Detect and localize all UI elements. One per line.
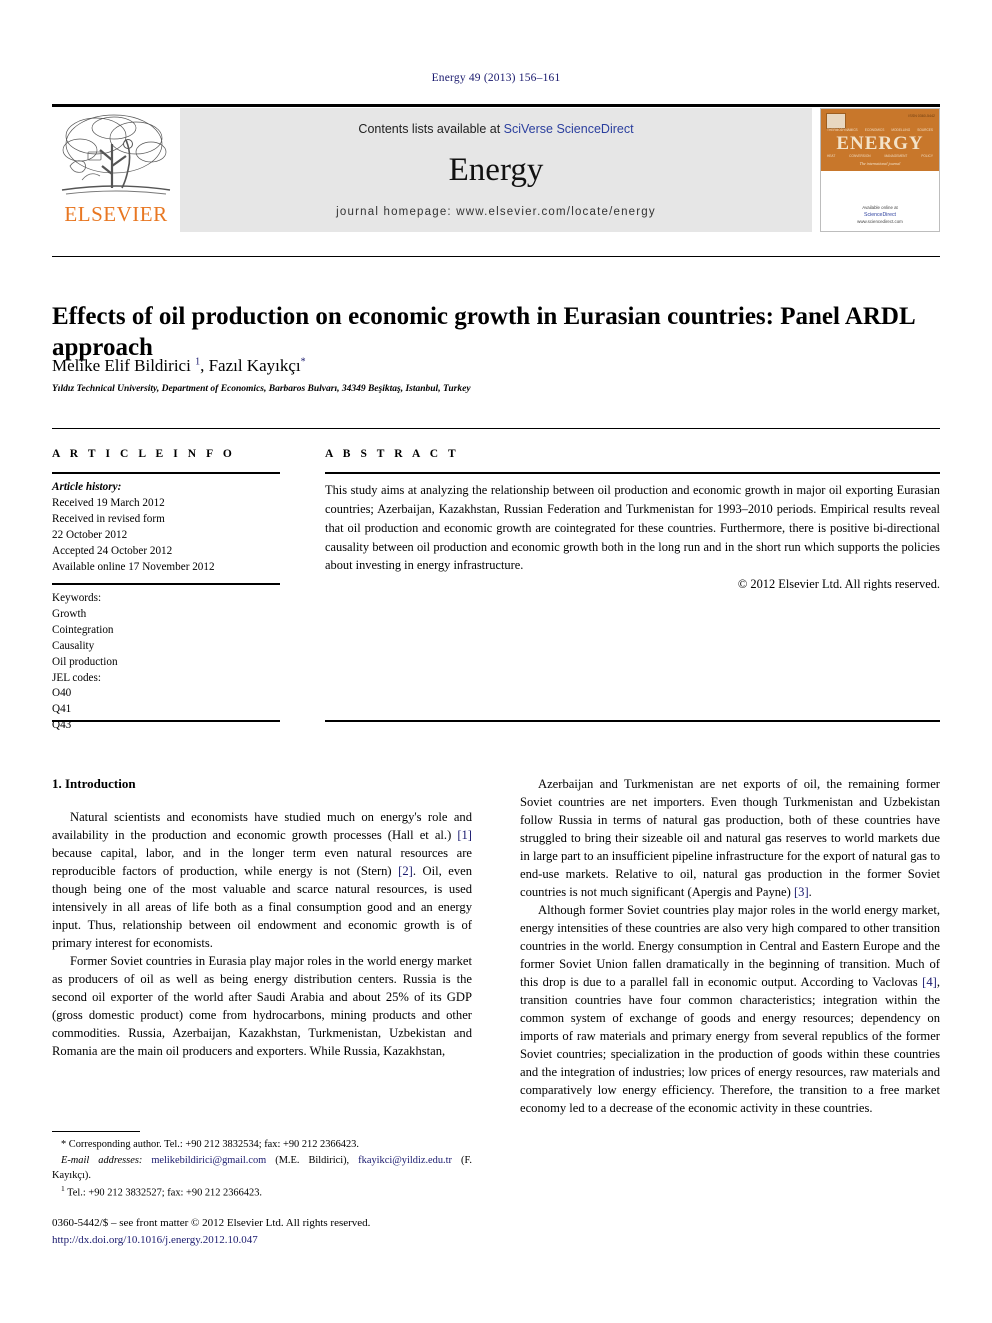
abstract-text: This study aims at analyzing the relatio… — [325, 483, 940, 573]
citation-ref-3[interactable]: [3] — [794, 885, 809, 899]
paragraph: Azerbaijan and Turkmenistan are net expo… — [520, 775, 940, 901]
paragraph: Natural scientists and economists have s… — [52, 808, 472, 952]
cover-tag: THERMODYNAMICS — [827, 128, 858, 132]
history-item: Received in revised form — [52, 512, 165, 525]
cover-tag: ECONOMICS — [864, 128, 885, 132]
email-addresses-note: E-mail addresses: melikebildirici@gmail.… — [52, 1154, 472, 1184]
masthead-top-rule — [52, 104, 940, 107]
article-history-block: Article history: Received 19 March 2012 … — [52, 480, 284, 575]
footnote-rule — [52, 1131, 140, 1132]
abstract-column-rule — [325, 472, 940, 474]
cover-tag: MANAGEMENT — [884, 154, 908, 158]
paragraph: Former Soviet countries in Eurasia play … — [52, 953, 472, 1058]
section-heading-introduction: 1. Introduction — [52, 776, 136, 791]
article-info-heading: A R T I C L E I N F O — [52, 448, 236, 460]
running-head: Energy 49 (2013) 156–161 — [431, 72, 561, 84]
citation-ref-2[interactable]: [2] — [398, 864, 413, 878]
imprint-block: 0360-5442/$ – see front matter © 2012 El… — [52, 1215, 512, 1248]
cover-tag: POLICY — [921, 154, 933, 158]
cover-sciencedirect-block: Available online at ScienceDirect www.sc… — [821, 205, 939, 226]
paper-page: Energy 49 (2013) 156–161 ELSEVIER Conten… — [0, 0, 992, 1323]
cover-tag: CONVERSION — [849, 154, 871, 158]
footnote-1-text: Tel.: +90 212 3832527; fax: +90 212 2366… — [67, 1187, 263, 1199]
cover-issn-code: ISSN 0360-5442 — [908, 114, 935, 118]
cover-sciencedirect-brand: ScienceDirect — [863, 211, 896, 218]
cover-journal-title: ENERGY — [836, 133, 924, 154]
journal-title: Energy — [448, 152, 544, 188]
info-bottom-rule — [52, 720, 280, 722]
cover-tags-bottom: HEAT CONVERSION MANAGEMENT POLICY — [827, 154, 933, 158]
keywords-block: Keywords: Growth Cointegration Causality… — [52, 591, 284, 734]
elsevier-logo: ELSEVIER — [52, 108, 180, 232]
corresponding-author-note: * Corresponding author. Tel.: +90 212 38… — [61, 1139, 359, 1150]
paragraph-text: . — [808, 885, 812, 899]
email-addresses-label: E-mail addresses: — [61, 1154, 143, 1166]
page-title: Effects of oil production on economic gr… — [52, 302, 915, 362]
info-section-top-rule — [52, 428, 940, 429]
keyword-item: Oil production — [52, 655, 118, 668]
elsevier-tree-icon — [61, 114, 171, 195]
footnotes-block: * Corresponding author. Tel.: +90 212 38… — [52, 1138, 472, 1203]
contents-prefix: Contents lists available at — [358, 122, 504, 136]
footnote-1: 1 Tel.: +90 212 3832527; fax: +90 212 23… — [52, 1184, 472, 1201]
journal-masthead: ELSEVIER Contents lists available at Sci… — [52, 104, 940, 232]
body-column-right: Azerbaijan and Turkmenistan are net expo… — [520, 775, 940, 1117]
history-item: 22 October 2012 — [52, 528, 128, 541]
history-item: Accepted 24 October 2012 — [52, 544, 173, 557]
jel-codes-label: JEL codes: — [52, 671, 101, 684]
email-link-2[interactable]: fkayikci@yildiz.edu.tr — [358, 1155, 452, 1166]
keyword-item: Causality — [52, 639, 95, 652]
paragraph: Although former Soviet countries play ma… — [520, 901, 940, 1117]
paragraph-text: Azerbaijan and Turkmenistan are net expo… — [520, 777, 940, 899]
cover-tags-top: THERMODYNAMICS ECONOMICS MODELLING SOURC… — [827, 128, 933, 132]
email-owner-1: (M.E. Bildirici), — [275, 1154, 350, 1166]
cover-elsevier-mark-icon — [826, 113, 846, 129]
footnote-1-marker: 1 — [61, 1184, 65, 1194]
issn-line: 0360-5442/$ – see front matter © 2012 El… — [52, 1217, 371, 1229]
paragraph-text: Although former Soviet countries play ma… — [520, 903, 940, 989]
history-item: Received 19 March 2012 — [52, 496, 165, 509]
doi-link[interactable]: http://dx.doi.org/10.1016/j.energy.2012.… — [52, 1232, 512, 1249]
cover-site-url: www.sciencedirect.com — [857, 219, 903, 225]
cover-tag: MODELLING — [891, 128, 911, 132]
citation-ref-1[interactable]: [1] — [457, 828, 472, 842]
sciencedirect-link[interactable]: SciVerse ScienceDirect — [504, 122, 634, 136]
keywords-label: Keywords: — [52, 592, 102, 604]
jel-code-item: Q41 — [52, 703, 72, 716]
cover-tag: HEAT — [827, 154, 836, 158]
paragraph-text: Natural scientists and economists have s… — [52, 809, 472, 842]
keyword-item: Growth — [52, 607, 87, 620]
keyword-item: Cointegration — [52, 623, 114, 636]
jel-code-item: O40 — [52, 687, 72, 700]
contents-available-line: Contents lists available at SciVerse Sci… — [180, 122, 812, 136]
email-link-1[interactable]: melikebildirici@gmail.com — [151, 1155, 266, 1166]
elsevier-wordmark: ELSEVIER — [64, 202, 168, 226]
journal-cover-thumbnail[interactable]: ISSN 0360-5442 THERMODYNAMICS ECONOMICS … — [820, 108, 940, 232]
abstract-bottom-rule — [325, 720, 940, 722]
info-column-rule — [52, 472, 280, 474]
affiliation: Yıldız Technical University, Department … — [52, 384, 471, 394]
cover-tag: SOURCES — [917, 128, 933, 132]
journal-homepage-link[interactable]: journal homepage: www.elsevier.com/locat… — [180, 206, 812, 218]
journal-band: Contents lists available at SciVerse Sci… — [180, 108, 812, 232]
abstract-copyright: © 2012 Elsevier Ltd. All rights reserved… — [737, 577, 940, 591]
paragraph-text: , transition countries have four common … — [520, 975, 940, 1115]
history-item: Available online 17 November 2012 — [52, 560, 215, 573]
article-history-label: Article history: — [52, 481, 122, 493]
author-list: Melike Elif Bildirici 1, Fazıl Kayıkçı* — [52, 356, 306, 375]
cover-subtitle: The international journal — [859, 161, 901, 166]
cover-available-at: Available online at — [862, 205, 898, 210]
info-middle-rule — [52, 583, 280, 585]
body-column-left: 1. Introduction Natural scientists and e… — [52, 775, 472, 1060]
abstract-heading: A B S T R A C T — [325, 448, 460, 460]
cover-color-band: ISSN 0360-5442 THERMODYNAMICS ECONOMICS … — [821, 109, 939, 171]
title-divider — [52, 256, 940, 257]
citation-ref-4[interactable]: [4] — [922, 975, 937, 989]
